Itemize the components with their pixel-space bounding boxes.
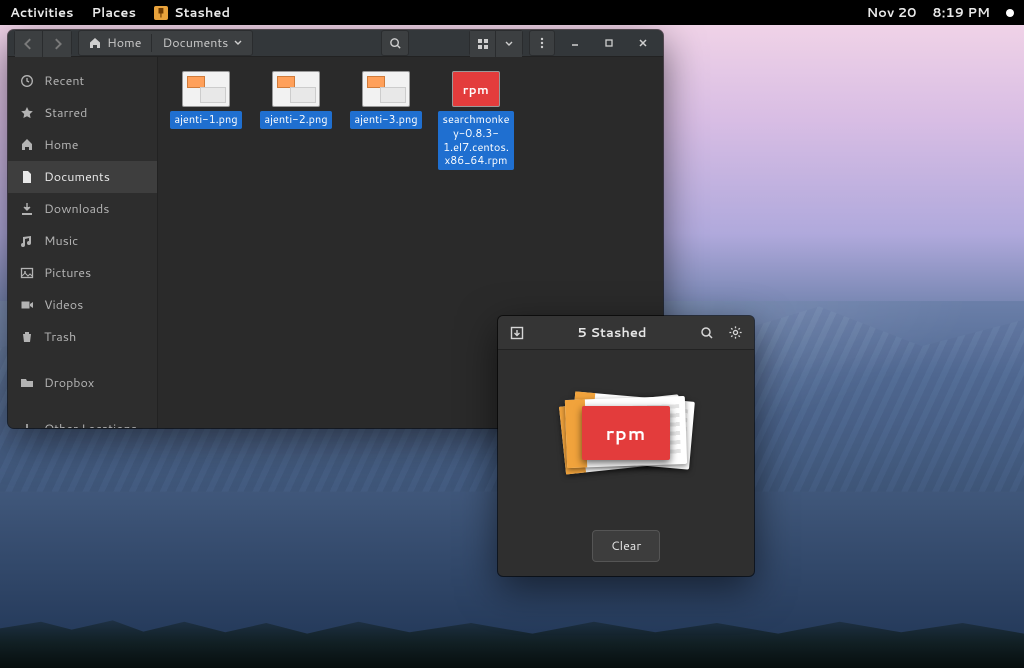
hamburger-menu-button[interactable] <box>529 30 555 56</box>
document-icon <box>20 170 34 184</box>
breadcrumb-home[interactable]: Home <box>79 34 152 52</box>
breadcrumb-documents[interactable]: Documents <box>152 34 252 52</box>
gear-icon <box>728 325 743 340</box>
sidebar-item-other-locations[interactable]: Other Locations <box>8 413 157 428</box>
folder-icon <box>20 376 34 390</box>
picture-icon <box>20 266 34 280</box>
sidebar-item-music[interactable]: Music <box>8 225 157 257</box>
breadcrumb-documents-label: Documents <box>162 34 228 52</box>
rpm-package-icon: rpm <box>452 71 500 107</box>
close-button[interactable] <box>629 30 657 56</box>
minimize-button[interactable] <box>561 30 589 56</box>
file-item[interactable]: ajenti-1.png <box>168 71 244 129</box>
sidebar-item-label: Other Locations <box>44 420 137 428</box>
music-icon <box>20 234 34 248</box>
system-status-indicator[interactable] <box>1006 9 1014 17</box>
activities-button[interactable]: Activities <box>10 4 74 22</box>
sidebar-item-label: Pictures <box>44 264 91 282</box>
file-label: ajenti-2.png <box>260 111 331 129</box>
file-item[interactable]: rpm searchmonkey-0.8.3-1.el7.centos.x86_… <box>438 71 514 170</box>
file-manager-sidebar: Recent Starred Home Documents Downloads … <box>8 57 158 428</box>
plus-icon <box>20 422 34 428</box>
stash-search-button[interactable] <box>696 322 718 344</box>
back-button[interactable] <box>15 31 43 57</box>
icon-view-button[interactable] <box>470 31 496 57</box>
kebab-icon <box>536 37 548 49</box>
breadcrumb: Home Documents <box>78 30 253 56</box>
import-icon <box>509 325 525 341</box>
sidebar-item-trash[interactable]: Trash <box>8 321 157 353</box>
file-label: ajenti-3.png <box>350 111 421 129</box>
image-thumbnail-icon <box>182 71 230 107</box>
chevron-down-icon <box>505 40 513 48</box>
forward-button[interactable] <box>43 31 71 57</box>
active-app-menu[interactable]: Stashed <box>154 4 230 22</box>
nav-buttons <box>14 30 72 56</box>
breadcrumb-home-label: Home <box>107 34 141 52</box>
image-thumbnail-icon <box>362 71 410 107</box>
view-switcher <box>469 30 523 56</box>
stash-settings-button[interactable] <box>724 322 746 344</box>
grid-icon <box>477 38 489 50</box>
sidebar-item-label: Home <box>44 136 78 154</box>
sidebar-item-home[interactable]: Home <box>8 129 157 161</box>
clock-icon <box>20 74 34 88</box>
image-thumbnail-icon <box>272 71 320 107</box>
sidebar-item-pictures[interactable]: Pictures <box>8 257 157 289</box>
sidebar-item-downloads[interactable]: Downloads <box>8 193 157 225</box>
close-icon <box>638 38 648 48</box>
file-item[interactable]: ajenti-2.png <box>258 71 334 129</box>
search-icon <box>389 37 402 50</box>
file-manager-headerbar: Home Documents <box>8 30 663 57</box>
search-button[interactable] <box>381 30 409 56</box>
sidebar-item-label: Downloads <box>44 200 109 218</box>
sidebar-item-recent[interactable]: Recent <box>8 65 157 97</box>
stashed-app-icon <box>154 6 168 20</box>
stashed-window: 5 Stashed rpm Clear <box>498 316 754 576</box>
view-dropdown-button[interactable] <box>496 31 522 57</box>
restore-stash-button[interactable] <box>506 322 528 344</box>
star-icon <box>20 106 34 120</box>
home-icon <box>20 138 34 152</box>
stashed-headerbar: 5 Stashed <box>498 316 754 350</box>
search-icon <box>700 326 714 340</box>
stashed-title: 5 Stashed <box>534 324 690 342</box>
video-icon <box>20 298 34 312</box>
sidebar-item-label: Trash <box>44 328 76 346</box>
sidebar-item-videos[interactable]: Videos <box>8 289 157 321</box>
download-icon <box>20 202 34 216</box>
chevron-down-icon <box>234 39 242 47</box>
file-label: ajenti-1.png <box>170 111 241 129</box>
stash-preview-area[interactable]: rpm <box>498 350 754 520</box>
clock-time[interactable]: 8:19 PM <box>932 4 990 22</box>
active-app-name: Stashed <box>174 4 230 22</box>
places-menu[interactable]: Places <box>92 4 136 22</box>
trash-icon <box>20 330 34 344</box>
sidebar-item-label: Documents <box>44 168 110 186</box>
sidebar-item-label: Starred <box>44 104 87 122</box>
stash-stack: rpm <box>566 398 686 472</box>
sidebar-item-label: Music <box>44 232 78 250</box>
file-label: searchmonkey-0.8.3-1.el7.centos.x86_64.r… <box>438 111 514 170</box>
sidebar-item-starred[interactable]: Starred <box>8 97 157 129</box>
file-item[interactable]: ajenti-3.png <box>348 71 424 129</box>
gnome-top-bar: Activities Places Stashed Nov 20 8:19 PM <box>0 0 1024 25</box>
sidebar-item-documents[interactable]: Documents <box>8 161 157 193</box>
sidebar-item-label: Recent <box>44 72 84 90</box>
sidebar-item-dropbox[interactable]: Dropbox <box>8 367 157 399</box>
maximize-button[interactable] <box>595 30 623 56</box>
sidebar-item-label: Dropbox <box>44 374 94 392</box>
rpm-package-icon: rpm <box>582 406 670 460</box>
home-icon <box>89 37 101 49</box>
sidebar-item-label: Videos <box>44 296 83 314</box>
clear-button[interactable]: Clear <box>592 530 660 562</box>
clock-date[interactable]: Nov 20 <box>867 4 917 22</box>
